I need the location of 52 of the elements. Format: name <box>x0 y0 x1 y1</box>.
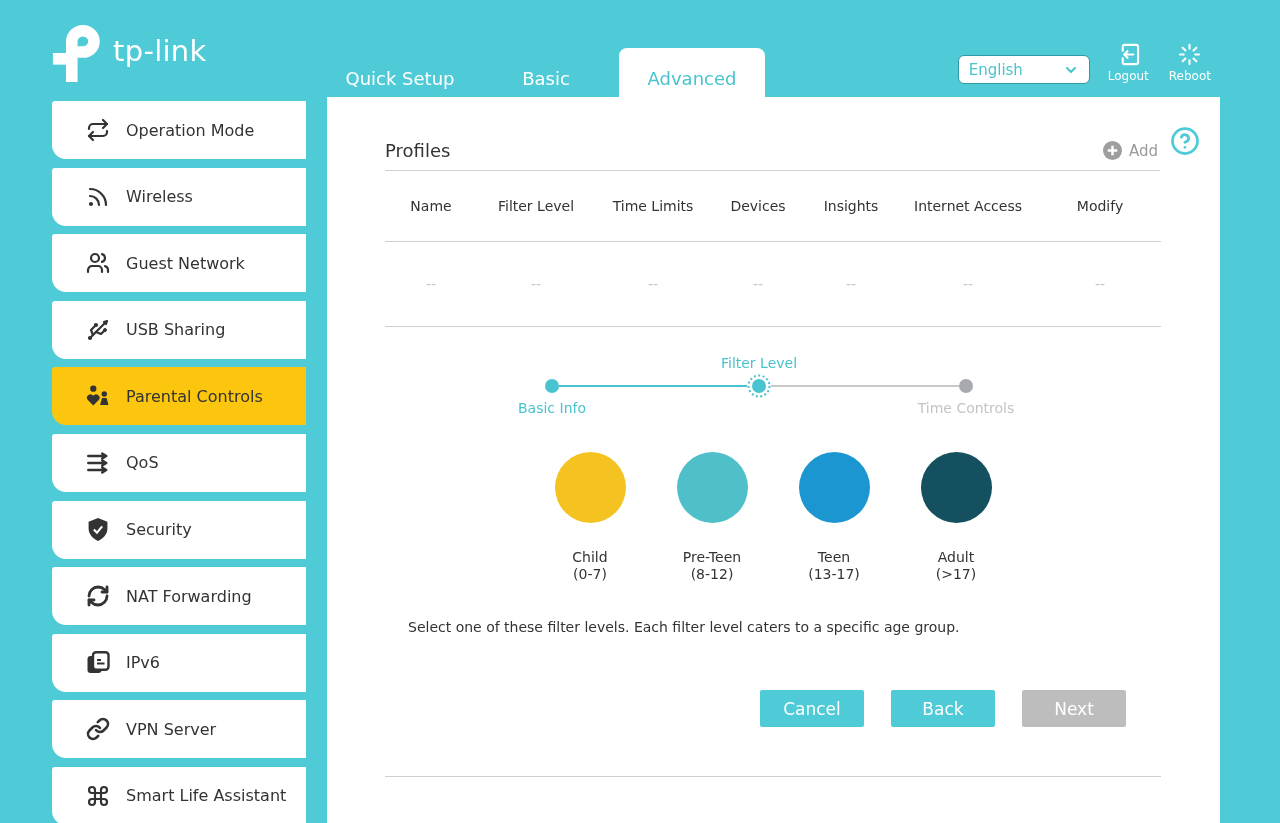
level-name: Child <box>572 549 608 566</box>
repeat-arrows-icon <box>86 118 110 142</box>
level-name: Teen <box>817 549 851 566</box>
sidebar-item[interactable]: Smart Life Assistant <box>52 766 306 823</box>
sidebar-item[interactable]: NAT Forwarding <box>52 567 306 626</box>
column-header: Filter Level <box>497 198 575 214</box>
table-cell: -- <box>845 276 857 292</box>
column-header: Time Limits <box>612 198 694 214</box>
column-header: Name <box>410 198 452 214</box>
level-age-range: (13-17) <box>808 566 860 583</box>
sidebar-item[interactable]: Wireless <box>52 167 306 226</box>
spinner-icon <box>1178 43 1202 66</box>
sidebar-item[interactable]: VPN Server <box>52 700 306 759</box>
table-cell: -- <box>1094 276 1106 292</box>
usb-icon <box>86 317 110 342</box>
documents-icon <box>86 651 110 675</box>
help-icon[interactable] <box>1170 126 1200 156</box>
sidebar-item[interactable]: QoS <box>52 433 306 492</box>
column-header: Devices <box>730 198 786 214</box>
step-label: Time Controls <box>917 400 1015 417</box>
shield-check-icon <box>88 518 108 542</box>
sidebar-item[interactable]: Operation Mode <box>52 101 306 159</box>
sidebar-item[interactable]: Guest Network <box>52 234 306 293</box>
column-header: Modify <box>1076 198 1124 214</box>
step-label: Basic Info <box>518 400 586 417</box>
sidebar-item[interactable]: Parental Controls <box>52 367 306 426</box>
level-age-range: (8-12) <box>690 566 734 583</box>
table-cell: -- <box>647 276 659 292</box>
level-age-range: (>17) <box>935 566 977 583</box>
level-name: Pre-Teen <box>682 549 742 566</box>
table-cell: -- <box>752 276 764 292</box>
table-cell: -- <box>425 276 437 292</box>
sidebar-item[interactable]: USB Sharing <box>52 300 306 359</box>
step-label: Filter Level <box>720 355 798 372</box>
heart-person-icon <box>86 385 110 408</box>
users-icon <box>86 251 110 276</box>
sidebar-item[interactable]: Security <box>52 500 306 559</box>
level-age-range: (0-7) <box>573 566 607 583</box>
column-header: Insights <box>823 198 879 214</box>
plus-circle-icon <box>1102 141 1122 160</box>
arrow-lines-icon <box>86 451 110 474</box>
command-icon <box>86 783 110 808</box>
circular-arrows-icon <box>86 584 110 609</box>
table-cell: -- <box>962 276 974 292</box>
link-icon <box>86 717 110 742</box>
section-title: Profiles <box>385 140 451 162</box>
instruction-text: Select one of these filter levels. Each filter level caters to a specific age group. <box>408 619 961 636</box>
sidebar-item[interactable]: IPv6 <box>52 633 306 692</box>
logo-text: tp-link <box>113 37 207 66</box>
column-header: Internet Access <box>914 198 1022 214</box>
table-cell: -- <box>530 276 542 292</box>
level-name: Adult <box>937 549 975 566</box>
